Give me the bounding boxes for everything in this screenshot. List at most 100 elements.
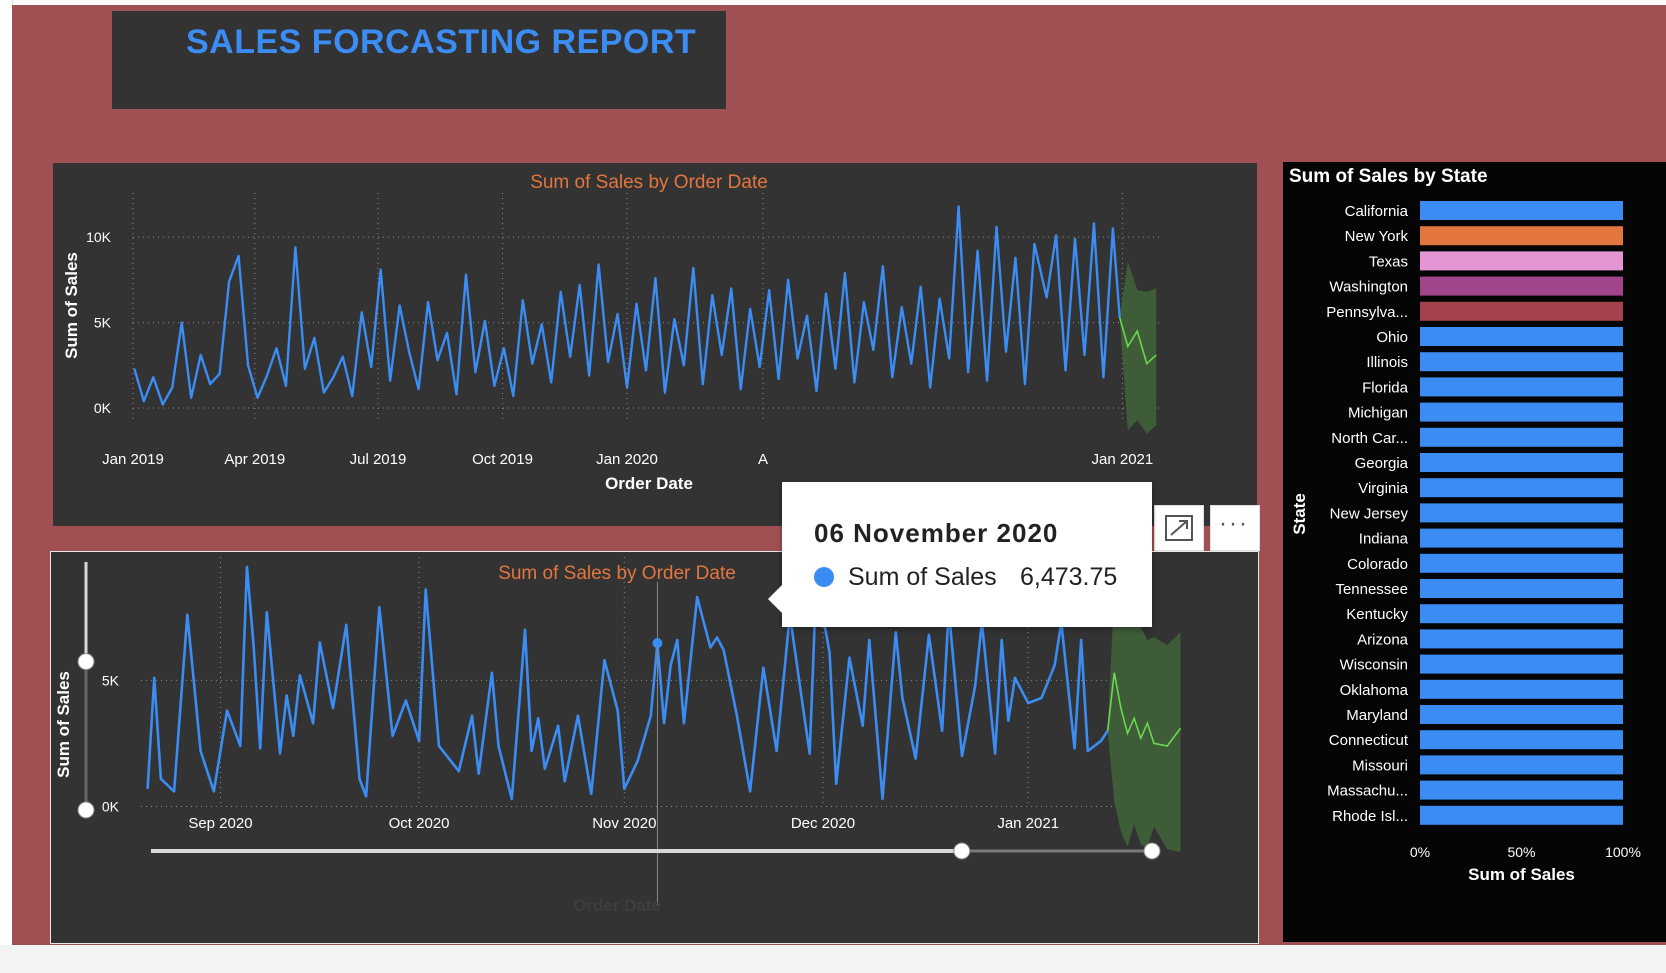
x-tick-label: Oct 2019 bbox=[472, 451, 533, 468]
y-axis-title: State bbox=[1290, 493, 1309, 535]
forecast-confidence-band bbox=[1107, 592, 1181, 852]
state-bar[interactable] bbox=[1420, 478, 1623, 498]
state-label: Kentucky bbox=[1346, 606, 1408, 623]
state-label: Arizona bbox=[1357, 631, 1409, 648]
x-tick-label: Apr 2019 bbox=[224, 451, 285, 468]
x-axis-title: Order Date bbox=[573, 896, 661, 915]
state-bar[interactable] bbox=[1420, 427, 1623, 447]
state-bar[interactable] bbox=[1420, 679, 1623, 699]
x-tick-label: 50% bbox=[1507, 844, 1535, 860]
y-range-slider-handle-bottom[interactable] bbox=[77, 801, 95, 819]
tooltip-measure: Sum of Sales bbox=[848, 563, 997, 591]
forecast-confidence-band bbox=[1119, 261, 1157, 434]
state-label: Georgia bbox=[1355, 455, 1409, 472]
page-footer-strip bbox=[0, 945, 1666, 973]
chart-title: Sum of Sales by Order Date bbox=[530, 172, 768, 193]
x-tick-label: Oct 2020 bbox=[389, 815, 450, 832]
x-tick-label: Sep 2020 bbox=[188, 815, 252, 832]
more-options-button[interactable]: ··· bbox=[1210, 505, 1260, 551]
focus-mode-button[interactable] bbox=[1154, 505, 1204, 551]
state-label: Washington bbox=[1329, 279, 1408, 296]
x-tick-label: Jan 2021 bbox=[1092, 451, 1154, 468]
state-bar[interactable] bbox=[1420, 226, 1623, 246]
y-tick-label: 5K bbox=[94, 315, 112, 331]
state-label: Maryland bbox=[1346, 707, 1408, 724]
x-tick-label: A bbox=[758, 451, 768, 468]
y-tick-label: 0K bbox=[102, 799, 120, 815]
x-axis-title: Sum of Sales bbox=[1468, 865, 1575, 884]
x-tick-label: 100% bbox=[1605, 844, 1641, 860]
state-label: New York bbox=[1345, 228, 1409, 245]
state-label: North Car... bbox=[1331, 430, 1408, 447]
x-axis-title: Order Date bbox=[605, 474, 693, 493]
y-tick-label: 10K bbox=[86, 229, 112, 245]
sales-by-date-chart[interactable]: Sum of Sales by Order Date 0K 5K 10K Jan 201… bbox=[53, 163, 1257, 526]
state-bar[interactable] bbox=[1420, 503, 1623, 523]
more-options-icon: ··· bbox=[1219, 510, 1249, 537]
x-range-slider-handle-right[interactable] bbox=[1143, 842, 1161, 860]
state-bar[interactable] bbox=[1420, 453, 1623, 472]
y-tick-label: 0K bbox=[94, 400, 112, 416]
x-tick-label: Jul 2019 bbox=[350, 451, 407, 468]
state-bar[interactable] bbox=[1420, 301, 1623, 321]
state-bar[interactable] bbox=[1420, 780, 1623, 800]
report-title: SALES FORCASTING REPORT bbox=[186, 23, 697, 61]
x-tick-label: Nov 2020 bbox=[592, 815, 656, 832]
state-bar[interactable] bbox=[1420, 604, 1623, 624]
hover-point bbox=[652, 638, 663, 649]
chart-title: Sum of Sales by State bbox=[1289, 166, 1488, 187]
state-label: Connecticut bbox=[1329, 732, 1409, 749]
sales-series-line bbox=[133, 205, 1121, 406]
sales-by-state-chart[interactable]: Sum of Sales by State California New York T… bbox=[1283, 162, 1666, 942]
state-label: California bbox=[1345, 203, 1409, 220]
state-bar[interactable] bbox=[1420, 276, 1623, 296]
state-bar[interactable] bbox=[1420, 377, 1623, 397]
state-bar[interactable] bbox=[1420, 629, 1623, 649]
tooltip-arrow bbox=[768, 585, 782, 613]
report-title-box: SALES FORCASTING REPORT bbox=[112, 11, 726, 109]
state-label: Tennessee bbox=[1335, 581, 1408, 598]
state-label: Ohio bbox=[1376, 329, 1408, 346]
state-bar[interactable] bbox=[1420, 705, 1623, 724]
state-bar[interactable] bbox=[1420, 730, 1623, 750]
chart-tooltip: 06 November 2020 Sum of Sales 6,473.75 bbox=[768, 482, 1152, 627]
state-label: Massachu... bbox=[1327, 783, 1408, 800]
x-tick-label: Jan 2020 bbox=[596, 451, 658, 468]
state-label: Missouri bbox=[1352, 757, 1408, 774]
state-label: Illinois bbox=[1366, 354, 1408, 371]
state-label: Oklahoma bbox=[1340, 682, 1409, 699]
state-bar[interactable] bbox=[1420, 352, 1623, 372]
state-label: Texas bbox=[1369, 253, 1408, 270]
state-bar[interactable] bbox=[1420, 805, 1623, 825]
state-bar[interactable] bbox=[1420, 528, 1623, 548]
x-tick-label: Dec 2020 bbox=[791, 815, 855, 832]
state-label: Pennsylva... bbox=[1326, 304, 1408, 321]
x-tick-label: Jan 2021 bbox=[997, 815, 1059, 832]
state-bar[interactable] bbox=[1420, 553, 1623, 573]
sales-by-state-svg[interactable]: Sum of Sales by State California New York T… bbox=[1283, 162, 1666, 942]
state-bar[interactable] bbox=[1420, 654, 1623, 674]
y-tick-label: 5K bbox=[102, 672, 120, 688]
state-label: New Jersey bbox=[1330, 505, 1409, 522]
y-range-slider-handle-top[interactable] bbox=[77, 653, 95, 671]
tooltip-series-dot bbox=[814, 567, 834, 587]
focus-mode-icon bbox=[1165, 515, 1193, 541]
sales-by-date-svg[interactable]: Sum of Sales by Order Date 0K 5K 10K Jan 201… bbox=[53, 163, 1257, 526]
tooltip-date: 06 November 2020 bbox=[814, 518, 1059, 548]
chart-title: Sum of Sales by Order Date bbox=[498, 563, 736, 584]
x-tick-label: Jan 2019 bbox=[102, 451, 164, 468]
state-bar[interactable] bbox=[1420, 201, 1623, 220]
x-range-slider-handle-left[interactable] bbox=[953, 842, 971, 860]
state-bar[interactable] bbox=[1420, 402, 1623, 422]
state-label: Michigan bbox=[1348, 405, 1408, 422]
y-axis-title: Sum of Sales bbox=[54, 671, 73, 778]
x-tick-label: 0% bbox=[1410, 844, 1430, 860]
state-bar[interactable] bbox=[1420, 251, 1623, 271]
state-label: Virginia bbox=[1358, 480, 1408, 497]
state-label: Colorado bbox=[1347, 556, 1408, 573]
state-bar[interactable] bbox=[1420, 579, 1623, 598]
state-bar[interactable] bbox=[1420, 755, 1623, 775]
state-bar[interactable] bbox=[1420, 327, 1623, 346]
y-axis-title: Sum of Sales bbox=[62, 252, 81, 359]
state-label: Rhode Isl... bbox=[1332, 808, 1408, 825]
